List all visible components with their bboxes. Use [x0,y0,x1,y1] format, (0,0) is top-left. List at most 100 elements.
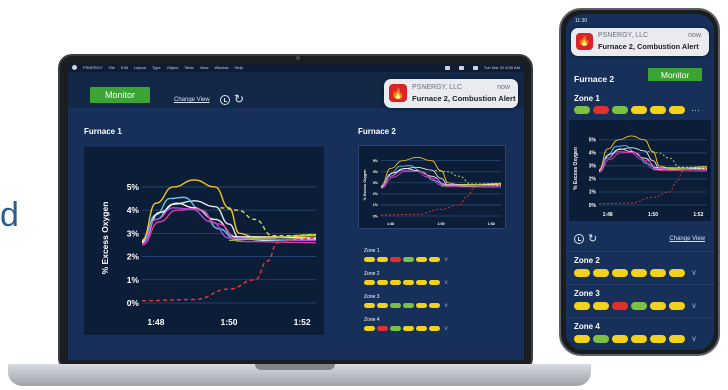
zone-row[interactable]: Zone 4 ∨ [364,317,514,340]
y-tick-label: 0% [127,298,140,308]
status-pill [631,268,647,277]
menu-object[interactable]: Object [167,65,179,70]
menu-view[interactable]: View [200,65,209,70]
wifi-icon[interactable] [458,65,464,70]
status-pill [650,301,666,310]
status-pill [669,301,685,310]
status-pill [612,106,628,114]
y-tick-label: 0% [373,214,379,218]
search-icon[interactable] [472,65,478,70]
divider [566,251,714,252]
y-tick-label: 2% [127,252,140,262]
status-pill [403,280,414,285]
refresh-icon[interactable]: ↻ [234,93,244,105]
alert-notification[interactable]: 🔥 PSNERGY, LLC now Furnace 2, Combustion… [384,79,518,108]
status-pill [631,334,647,343]
furnace-1-chart-svg: 0% 1% 2% 3% 4% 5% 1:48 1:50 1:52 % Excess Oxygen [100,179,317,327]
menu-window[interactable]: Window [214,65,228,70]
menu-table[interactable]: Table [184,65,194,70]
notification-message: Furnace 2, Combustion Alert [598,42,699,51]
menu-app-name[interactable]: PSNERGY [83,65,103,70]
status-pill [416,303,427,308]
flame-icon: 🔥 [389,84,407,102]
menu-layout[interactable]: Layout [134,65,146,70]
y-tick-label: 3% [373,181,379,185]
zone-row[interactable]: Zone 3 ∨ [364,294,514,317]
chevron-down-icon[interactable]: ∨ [444,302,448,309]
chevron-down-icon[interactable]: ∨ [444,325,448,332]
zone-row[interactable]: Zone 1 ∨ [364,248,514,271]
status-pill [612,268,628,277]
status-pill [574,106,590,114]
notification-time: now [688,32,701,39]
status-pill [403,326,414,331]
status-pill [669,106,685,114]
x-tick-label: 1:50 [220,317,237,327]
x-tick-label: 1:48 [387,222,394,226]
phone-chart-svg: 0% 1% 2% 3% 4% 5% 1:48 1:50 1:52 % Excess Oxygen [573,135,708,218]
status-pill [390,257,401,262]
phone-zone-row[interactable]: Zone 3 ∨ [574,289,697,310]
phone-zone-1-status[interactable]: ··· [574,106,700,115]
x-tick-label: 1:50 [437,222,444,226]
chevron-down-icon[interactable]: ∨ [691,268,697,277]
chevron-down-icon[interactable]: ∨ [444,256,448,263]
phone-toolbar: ↻ Change View [566,228,714,252]
zone-label: Zone 2 [574,256,600,265]
phone-zone-row[interactable]: Zone 2 ∨ [574,256,697,277]
y-tick-label: 3% [127,228,140,238]
status-pill [574,334,590,343]
status-pill [429,326,440,331]
status-pill [574,301,590,310]
status-pill [650,268,666,277]
menu-clock: Tue Mar 22 8:30 AM [483,65,520,70]
y-tick-label: 5% [373,159,379,163]
furnace-1-title: Furnace 1 [84,127,122,136]
menu-type[interactable]: Type [152,65,161,70]
phone-alert-notification[interactable]: 🔥 PSNERGY, LLC now Furnace 2, Combustion… [571,28,709,56]
history-clock-icon[interactable] [574,234,584,244]
phone-zone-row[interactable]: Zone 4 ∨ [574,322,697,343]
x-tick-label: 1:52 [488,222,495,226]
status-pill [593,334,609,343]
menu-file[interactable]: File [109,65,115,70]
y-tick-label: 4% [127,205,140,215]
status-pill [612,334,628,343]
history-clock-icon[interactable] [220,95,230,105]
monitor-button[interactable]: Monitor [90,87,150,103]
furnace-2-chart[interactable]: 0% 1% 2% 3% 4% 5% 1:48 1:50 1:52 % Excess Oxygen [358,145,506,229]
phone-furnace-title: Furnace 2 [574,74,615,84]
menu-help[interactable]: Help [235,65,243,70]
battery-icon[interactable] [444,65,450,70]
chevron-down-icon[interactable]: ∨ [691,334,697,343]
phone-change-view-link[interactable]: Change View [669,236,705,242]
status-pill [390,303,401,308]
x-tick-label: 1:52 [693,212,703,218]
series-line [380,184,502,216]
chevron-down-icon[interactable]: ∨ [444,279,448,286]
status-pill [377,257,388,262]
divider [566,317,714,318]
status-pill [377,280,388,285]
status-pill [364,303,375,308]
phone-monitor-button[interactable]: Monitor [648,68,702,81]
laptop-camera [296,56,300,60]
zone-row[interactable]: Zone 2 ∨ [364,271,514,294]
chevron-down-icon[interactable]: ∨ [691,301,697,310]
change-view-link[interactable]: Change View [174,97,210,103]
more-icon[interactable]: ··· [691,106,700,115]
refresh-icon[interactable]: ↻ [588,232,597,245]
notification-message: Furnace 2, Combustion Alert [412,94,516,103]
status-pill [650,106,666,114]
zone-label: Zone 4 [574,322,600,331]
notification-company: PSNERGY, LLC [412,84,463,91]
laptop-notch [255,364,335,370]
menu-edit[interactable]: Edit [121,65,128,70]
furnace-1-chart[interactable]: 0% 1% 2% 3% 4% 5% 1:48 1:50 1:52 % Excess Oxygen [84,147,324,335]
status-pill [416,257,427,262]
phone-status-time: 11:30 [575,18,588,24]
phone-chart[interactable]: 0% 1% 2% 3% 4% 5% 1:48 1:50 1:52 % Excess Oxygen [569,120,711,221]
apple-icon[interactable] [72,65,77,70]
status-pill [390,326,401,331]
status-pill [364,257,375,262]
